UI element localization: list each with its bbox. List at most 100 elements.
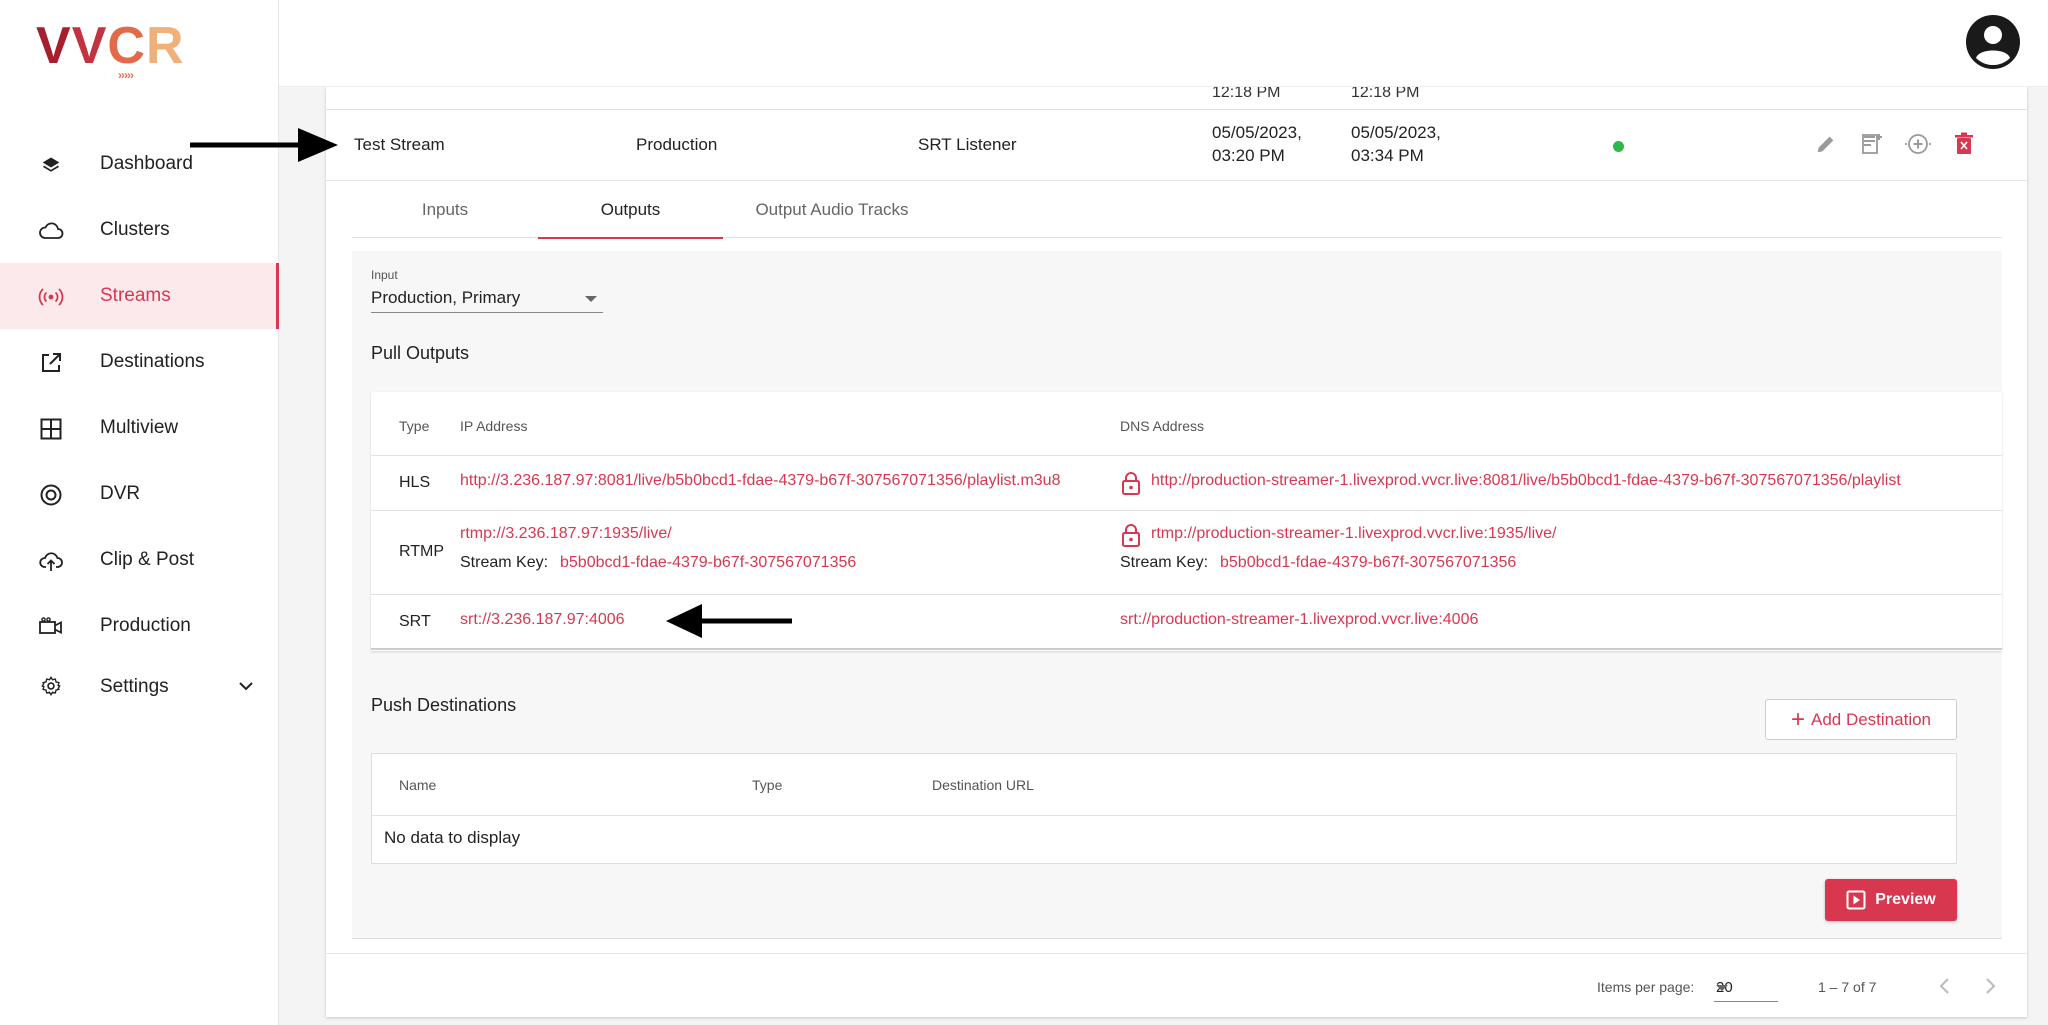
broadcast-icon: [38, 285, 64, 309]
table-row-srt: SRT srt://3.236.187.97:4006 srt://produc…: [371, 595, 2002, 650]
play-box-icon: [1846, 890, 1866, 910]
add-destination-label: Add Destination: [1810, 709, 1932, 729]
row-created-time: 12:18 PM: [1212, 87, 1281, 101]
table-header: Name Type Destination URL: [372, 754, 1956, 816]
preview-button[interactable]: Preview: [1825, 879, 1957, 921]
main-content: 12:18 PM 12:18 PM Test Stream Production…: [279, 87, 2048, 1025]
next-page-icon[interactable]: [1978, 974, 2002, 998]
stream-updated-time: 03:34 PM: [1351, 146, 1424, 165]
items-per-page-label: Items per page:: [1597, 979, 1695, 995]
table-row-hls: HLS http://3.236.187.97:8081/live/b5b0bc…: [371, 456, 2002, 511]
add-destination-button[interactable]: + Add Destination: [1765, 699, 1957, 740]
col-dns-address: DNS Address: [1120, 418, 1205, 434]
col-name: Name: [399, 777, 437, 793]
edit-pencil-icon[interactable]: [1812, 130, 1840, 158]
logo-text: VVCR: [36, 17, 185, 75]
rtmp-dns-stream-key[interactable]: b5b0bcd1-fdae-4379-b67f-307567071356: [1220, 554, 1516, 572]
status-indicator: [1613, 141, 1624, 152]
streams-table-card: 12:18 PM 12:18 PM Test Stream Production…: [326, 87, 2027, 1017]
previous-page-icon[interactable]: [1933, 974, 1957, 998]
video-camera-icon: [38, 615, 64, 639]
annotation-arrow-right: [190, 128, 338, 162]
note-add-icon[interactable]: [1858, 130, 1886, 158]
col-destination-url: Destination URL: [932, 777, 1034, 793]
annotation-arrow-left: [666, 604, 792, 638]
sidebar-item-label: Clip & Post: [100, 549, 194, 570]
lock-icon: [1121, 471, 1141, 495]
chevron-down-icon[interactable]: [238, 679, 254, 697]
gear-icon: [38, 674, 64, 698]
sidebar-item-clusters[interactable]: Clusters: [0, 197, 279, 263]
external-link-icon: [38, 351, 64, 375]
stream-name: Test Stream: [354, 135, 445, 154]
pull-outputs-table: Type IP Address DNS Address HLS http://3…: [371, 392, 2002, 651]
rtmp-ip-stream-key[interactable]: b5b0bcd1-fdae-4379-b67f-307567071356: [560, 554, 856, 572]
input-select-label: Input: [371, 268, 398, 282]
stream-created-date: 05/05/2023,: [1212, 123, 1302, 142]
stream-cluster: Production: [636, 135, 718, 154]
empty-state-text: No data to display: [384, 828, 521, 847]
row-type: SRT: [399, 613, 431, 630]
lock-icon: [1121, 523, 1141, 547]
row-type: RTMP: [399, 543, 445, 560]
sidebar-item-label: Destinations: [100, 351, 205, 372]
stream-type: SRT Listener: [918, 135, 1017, 154]
col-type: Type: [752, 777, 783, 793]
table-row-rtmp: RTMP rtmp://3.236.187.97:1935/live/ Stre…: [371, 511, 2002, 595]
push-destinations-table: Name Type Destination URL No data to dis…: [371, 753, 1957, 864]
account-avatar-icon[interactable]: [1965, 14, 2021, 70]
col-type: Type: [399, 418, 430, 434]
sidebar-item-clip-post[interactable]: Clip & Post: [0, 527, 279, 593]
layers-icon: [38, 153, 64, 177]
srt-ip-link[interactable]: srt://3.236.187.97:4006: [460, 611, 625, 629]
stream-key-label: Stream Key:: [460, 554, 549, 571]
plus-icon: +: [1790, 705, 1805, 733]
add-circle-icon[interactable]: [1904, 130, 1932, 158]
sidebar-item-label: Dashboard: [100, 153, 193, 174]
outputs-panel: Input Production, Primary Pull Outputs T…: [352, 251, 2002, 939]
rtmp-ip-link[interactable]: rtmp://3.236.187.97:1935/live/: [460, 525, 672, 543]
cloud-upload-icon: [38, 549, 64, 573]
sidebar-item-multiview[interactable]: Multiview: [0, 395, 279, 461]
hls-dns-link[interactable]: http://production-streamer-1.livexprod.v…: [1151, 472, 1901, 490]
sidebar-item-dvr[interactable]: DVR: [0, 461, 279, 527]
sidebar-item-destinations[interactable]: Destinations: [0, 329, 279, 395]
row-actions: [1812, 130, 1978, 158]
disc-icon: [38, 483, 64, 507]
table-header: Type IP Address DNS Address: [371, 392, 2002, 456]
row-updated-time: 12:18 PM: [1351, 87, 1420, 101]
sidebar-item-streams[interactable]: Streams: [0, 263, 279, 329]
sidebar-item-label: DVR: [100, 483, 141, 504]
page-size-select[interactable]: 20: [1714, 972, 1778, 1002]
stream-created-time: 03:20 PM: [1212, 146, 1285, 165]
previous-stream-row[interactable]: 12:18 PM 12:18 PM: [326, 87, 2027, 110]
stream-updated-date: 05/05/2023,: [1351, 123, 1441, 142]
stream-key-label: Stream Key:: [1120, 554, 1209, 571]
hls-ip-link[interactable]: http://3.236.187.97:8081/live/b5b0bcd1-f…: [460, 472, 1060, 490]
sidebar-item-production[interactable]: Production: [0, 593, 279, 659]
sidebar-item-label: Clusters: [100, 219, 170, 240]
logo-chevrons: ›››››: [118, 68, 134, 82]
input-select[interactable]: Input Production, Primary: [371, 268, 603, 313]
vvcr-logo[interactable]: VVCR ›››››: [36, 17, 185, 82]
sidebar-item-label: Production: [100, 615, 191, 636]
stream-detail-tabs: Inputs Outputs Output Audio Tracks: [352, 181, 2002, 239]
tab-outputs[interactable]: Outputs: [538, 181, 723, 239]
tab-output-audio-tracks[interactable]: Output Audio Tracks: [723, 181, 941, 238]
sidebar-item-settings[interactable]: Settings: [0, 659, 279, 715]
tab-inputs[interactable]: Inputs: [352, 181, 538, 238]
dropdown-caret-icon: [585, 296, 597, 302]
paginator: Items per page: 20 1 – 7 of 7: [326, 953, 2027, 1017]
grid-icon: [38, 417, 64, 441]
cloud-icon: [38, 219, 64, 243]
stream-row-test-stream[interactable]: Test Stream Production SRT Listener 05/0…: [326, 110, 2027, 181]
col-ip-address: IP Address: [460, 418, 528, 434]
sidebar-item-label: Settings: [100, 676, 169, 697]
top-header: [279, 0, 2048, 87]
delete-trash-icon[interactable]: [1950, 130, 1978, 158]
rtmp-dns-link[interactable]: rtmp://production-streamer-1.livexprod.v…: [1151, 525, 1557, 543]
row-type: HLS: [399, 474, 431, 491]
push-destinations-title: Push Destinations: [371, 695, 517, 715]
dropdown-caret-icon: [1716, 985, 1728, 991]
srt-dns-link[interactable]: srt://production-streamer-1.livexprod.vv…: [1120, 611, 1478, 629]
